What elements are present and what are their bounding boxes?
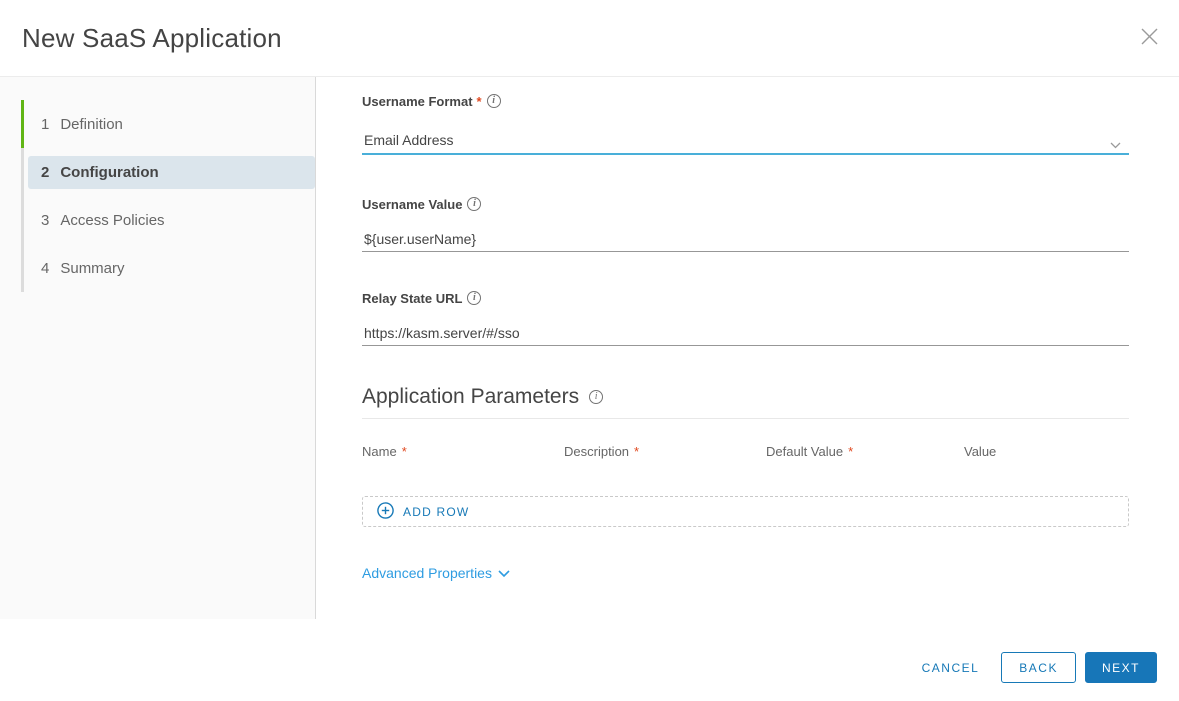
username-format-select[interactable]: Email Address [362, 133, 1129, 155]
advanced-properties-toggle[interactable]: Advanced Properties [362, 565, 510, 581]
close-icon [1141, 28, 1158, 45]
section-divider [362, 418, 1129, 419]
chevron-down-icon [492, 565, 510, 581]
dialog-title: New SaaS Application [22, 22, 282, 53]
step-item-definition[interactable]: 1 Definition [21, 100, 315, 148]
column-header-name: Name * [362, 444, 407, 459]
chevron-down-icon [1110, 136, 1121, 154]
step-label: Summary [60, 259, 125, 277]
required-asterisk: * [848, 444, 854, 459]
relay-state-url-input[interactable] [362, 326, 1129, 346]
application-parameters-heading: Application Parameters i [362, 385, 1129, 409]
add-row-button[interactable]: ADD ROW [362, 496, 1129, 527]
back-button[interactable]: BACK [1001, 652, 1076, 683]
info-icon[interactable]: i [589, 390, 604, 404]
add-row-label: ADD ROW [403, 504, 470, 519]
info-icon[interactable]: i [486, 94, 501, 108]
dialog-body: 1 Definition 2 Configuration 3 Access Po… [0, 77, 1179, 619]
step-item-access-policies[interactable]: 3 Access Policies [21, 196, 315, 244]
next-button[interactable]: NEXT [1084, 652, 1157, 683]
close-button[interactable] [1133, 20, 1165, 52]
required-asterisk: * [476, 93, 482, 109]
info-icon[interactable]: i [467, 197, 482, 211]
required-asterisk: * [401, 444, 407, 459]
configuration-form: Username Format * i Email Address Userna… [316, 77, 1179, 619]
step-number: 3 [41, 211, 50, 229]
wizard-stepnav: 1 Definition 2 Configuration 3 Access Po… [0, 77, 316, 619]
username-format-selected-value: Email Address [364, 132, 454, 148]
step-number: 4 [41, 259, 50, 277]
step-label: Definition [60, 115, 123, 133]
dialog-footer: CANCEL BACK NEXT [0, 619, 1179, 701]
relay-state-url-label: Relay State URL i [362, 290, 1129, 306]
info-icon[interactable]: i [467, 291, 482, 305]
step-label: Configuration [60, 163, 159, 181]
step-label: Access Policies [60, 211, 165, 229]
column-header-value: Value [964, 444, 997, 459]
step-number: 2 [41, 163, 50, 181]
username-value-input[interactable] [362, 232, 1129, 252]
dialog-header: New SaaS Application [0, 0, 1179, 77]
username-value-label: Username Value i [362, 196, 1129, 212]
parameters-table-header: Name * Description * Default Value * Val… [362, 444, 1129, 459]
required-asterisk: * [634, 444, 640, 459]
step-item-summary[interactable]: 4 Summary [21, 244, 315, 292]
step-item-configuration[interactable]: 2 Configuration [21, 148, 315, 196]
cancel-button[interactable]: CANCEL [910, 652, 992, 683]
column-header-description: Description * [564, 444, 640, 459]
step-number: 1 [41, 115, 50, 133]
add-circle-icon [377, 501, 394, 522]
column-header-default-value: Default Value * [766, 444, 854, 459]
username-format-label: Username Format * i [362, 93, 1129, 109]
new-saas-application-dialog: New SaaS Application 1 Definition 2 Conf… [0, 0, 1179, 701]
